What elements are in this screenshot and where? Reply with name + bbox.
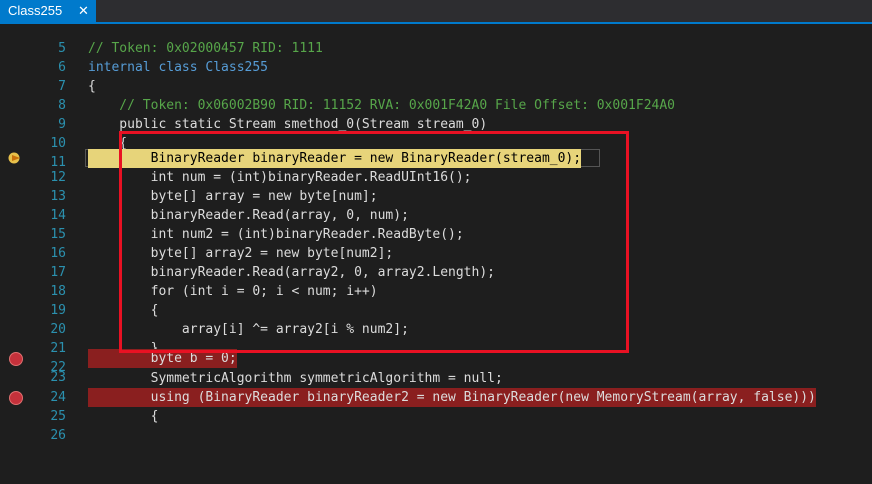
code-line[interactable]: 5 [0, 20, 872, 56]
code-line[interactable]: 6 // Token: 0x02000457 RID: 1111 [0, 39, 872, 75]
close-icon[interactable]: ✕ [78, 0, 89, 22]
tab-class255[interactable]: Class255 ✕ [0, 0, 96, 22]
code-text: SymmetricAlgorithm symmetricAlgorithm = … [88, 371, 503, 386]
code-text: internal class Class255 [88, 60, 269, 75]
code-line[interactable]: 9 // Token: 0x06002B90 RID: 11152 RVA: 0… [0, 96, 872, 132]
code-line-breakpoint[interactable]: 25 using (BinaryReader binaryReader2 = n… [0, 388, 872, 424]
line-number: 26 [50, 428, 66, 444]
code-line[interactable]: 7 internal class Class255 [0, 58, 872, 94]
code-text: // Token: 0x06002B90 RID: 11152 RVA: 0x0… [88, 98, 675, 113]
tab-label: Class255 [8, 3, 63, 18]
code-text: { [88, 409, 159, 424]
code-text: // Token: 0x02000457 RID: 1111 [88, 41, 323, 56]
annotation-highlight-box [119, 131, 629, 353]
code-text: using (BinaryReader binaryReader2 = new … [88, 388, 816, 408]
code-text: { [88, 79, 96, 94]
tab-bar: Class255 ✕ [0, 0, 872, 22]
code-line[interactable]: 24 SymmetricAlgorithm symmetricAlgorithm… [0, 369, 872, 405]
code-line[interactable]: 26 { [0, 407, 872, 443]
code-line[interactable]: 8 { [0, 77, 872, 113]
